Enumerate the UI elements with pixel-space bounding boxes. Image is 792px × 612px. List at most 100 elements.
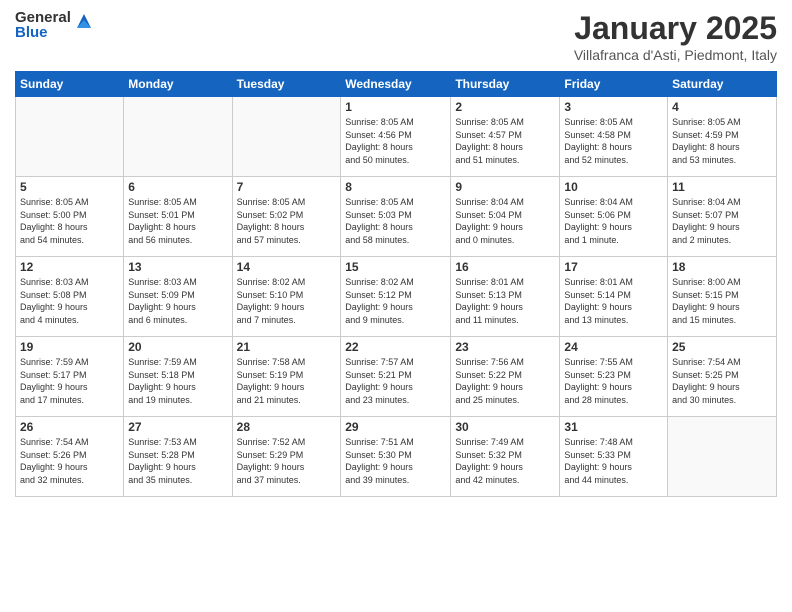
calendar-cell: 12Sunrise: 8:03 AM Sunset: 5:08 PM Dayli…: [16, 257, 124, 337]
calendar-cell: [124, 97, 232, 177]
calendar-cell: 17 Sunrise: 8:01 AM Sunset: 5:14 PM Dayli…: [560, 257, 668, 337]
day-number: 31: [564, 420, 663, 434]
day-number: 11: [672, 180, 772, 194]
calendar-cell: 4Sunrise: 8:05 AM Sunset: 4:59 PM Daylig…: [668, 97, 777, 177]
calendar-cell: [232, 97, 341, 177]
day-info: Sunrise: 8:05 AM Sunset: 4:56 PM Dayligh…: [345, 116, 446, 166]
weekday-header-monday: Monday: [124, 72, 232, 97]
day-number: 22: [345, 340, 446, 354]
day-info: Sunrise: 8:03 AM Sunset: 5:08 PM Dayligh…: [20, 276, 119, 326]
day-info: Sunrise: 7:55 AM Sunset: 5:23 PM Dayligh…: [564, 356, 663, 406]
day-number: 8: [345, 180, 446, 194]
weekday-header-thursday: Thursday: [451, 72, 560, 97]
day-number: 7: [237, 180, 337, 194]
day-number: 6: [128, 180, 227, 194]
day-info: Sunrise: 7:51 AM Sunset: 5:30 PM Dayligh…: [345, 436, 446, 486]
day-info: Sunrise: 8:02 AM Sunset: 5:12 PM Dayligh…: [345, 276, 446, 326]
weekday-header-row: SundayMondayTuesdayWednesdayThursdayFrid…: [16, 72, 777, 97]
calendar-cell: 30Sunrise: 7:49 AM Sunset: 5:32 PM Dayli…: [451, 417, 560, 497]
weekday-header-wednesday: Wednesday: [341, 72, 451, 97]
calendar-week-row: 12Sunrise: 8:03 AM Sunset: 5:08 PM Dayli…: [16, 257, 777, 337]
day-number: 14: [237, 260, 337, 274]
weekday-header-saturday: Saturday: [668, 72, 777, 97]
title-block: January 2025 Villafranca d'Asti, Piedmon…: [574, 10, 777, 63]
day-info: Sunrise: 8:00 AM Sunset: 5:15 PM Dayligh…: [672, 276, 772, 326]
logo-blue: Blue: [15, 25, 71, 40]
day-number: 29: [345, 420, 446, 434]
calendar-cell: 3Sunrise: 8:05 AM Sunset: 4:58 PM Daylig…: [560, 97, 668, 177]
day-number: 28: [237, 420, 337, 434]
calendar-cell: 25Sunrise: 7:54 AM Sunset: 5:25 PM Dayli…: [668, 337, 777, 417]
calendar-cell: 7 Sunrise: 8:05 AM Sunset: 5:02 PM Daylig…: [232, 177, 341, 257]
day-number: 5: [20, 180, 119, 194]
day-info: Sunrise: 8:01 AM Sunset: 5:14 PM Dayligh…: [564, 276, 663, 326]
weekday-header-friday: Friday: [560, 72, 668, 97]
calendar-cell: [668, 417, 777, 497]
page: General Blue January 2025 Villafranca d'…: [0, 0, 792, 612]
header: General Blue January 2025 Villafranca d'…: [15, 10, 777, 63]
day-number: 19: [20, 340, 119, 354]
calendar-cell: 21 Sunrise: 7:58 AM Sunset: 5:19 PM Dayli…: [232, 337, 341, 417]
calendar-cell: 15Sunrise: 8:02 AM Sunset: 5:12 PM Dayli…: [341, 257, 451, 337]
calendar-cell: 28 Sunrise: 7:52 AM Sunset: 5:29 PM Dayli…: [232, 417, 341, 497]
calendar-cell: 29 Sunrise: 7:51 AM Sunset: 5:30 PM Dayli…: [341, 417, 451, 497]
calendar-cell: 5 Sunrise: 8:05 AM Sunset: 5:00 PM Daylig…: [16, 177, 124, 257]
weekday-header-sunday: Sunday: [16, 72, 124, 97]
calendar-cell: 14 Sunrise: 8:02 AM Sunset: 5:10 PM Dayli…: [232, 257, 341, 337]
weekday-header-tuesday: Tuesday: [232, 72, 341, 97]
calendar-cell: 18Sunrise: 8:00 AM Sunset: 5:15 PM Dayli…: [668, 257, 777, 337]
calendar-cell: 2 Sunrise: 8:05 AM Sunset: 4:57 PM Daylig…: [451, 97, 560, 177]
day-info: Sunrise: 8:05 AM Sunset: 5:00 PM Dayligh…: [20, 196, 119, 246]
calendar-cell: 10Sunrise: 8:04 AM Sunset: 5:06 PM Dayli…: [560, 177, 668, 257]
day-info: Sunrise: 8:04 AM Sunset: 5:06 PM Dayligh…: [564, 196, 663, 246]
day-number: 1: [345, 100, 446, 114]
day-number: 2: [455, 100, 555, 114]
calendar-week-row: 26Sunrise: 7:54 AM Sunset: 5:26 PM Dayli…: [16, 417, 777, 497]
location-subtitle: Villafranca d'Asti, Piedmont, Italy: [574, 47, 777, 63]
calendar-cell: 6 Sunrise: 8:05 AM Sunset: 5:01 PM Daylig…: [124, 177, 232, 257]
day-number: 26: [20, 420, 119, 434]
day-info: Sunrise: 7:57 AM Sunset: 5:21 PM Dayligh…: [345, 356, 446, 406]
day-number: 17: [564, 260, 663, 274]
day-info: Sunrise: 8:05 AM Sunset: 4:57 PM Dayligh…: [455, 116, 555, 166]
day-info: Sunrise: 8:05 AM Sunset: 4:58 PM Dayligh…: [564, 116, 663, 166]
calendar-cell: [16, 97, 124, 177]
calendar-week-row: 1 Sunrise: 8:05 AM Sunset: 4:56 PM Daylig…: [16, 97, 777, 177]
day-info: Sunrise: 8:05 AM Sunset: 5:02 PM Dayligh…: [237, 196, 337, 246]
calendar-cell: 11Sunrise: 8:04 AM Sunset: 5:07 PM Dayli…: [668, 177, 777, 257]
day-info: Sunrise: 7:49 AM Sunset: 5:32 PM Dayligh…: [455, 436, 555, 486]
calendar-cell: 8 Sunrise: 8:05 AM Sunset: 5:03 PM Daylig…: [341, 177, 451, 257]
day-info: Sunrise: 8:01 AM Sunset: 5:13 PM Dayligh…: [455, 276, 555, 326]
logo-icon: [73, 10, 95, 32]
day-number: 21: [237, 340, 337, 354]
day-info: Sunrise: 7:48 AM Sunset: 5:33 PM Dayligh…: [564, 436, 663, 486]
day-number: 24: [564, 340, 663, 354]
calendar-table: SundayMondayTuesdayWednesdayThursdayFrid…: [15, 71, 777, 497]
day-info: Sunrise: 7:58 AM Sunset: 5:19 PM Dayligh…: [237, 356, 337, 406]
logo-general: General: [15, 10, 71, 25]
day-info: Sunrise: 7:52 AM Sunset: 5:29 PM Dayligh…: [237, 436, 337, 486]
day-number: 4: [672, 100, 772, 114]
calendar-cell: 13Sunrise: 8:03 AM Sunset: 5:09 PM Dayli…: [124, 257, 232, 337]
calendar-cell: 19Sunrise: 7:59 AM Sunset: 5:17 PM Dayli…: [16, 337, 124, 417]
day-info: Sunrise: 8:05 AM Sunset: 5:01 PM Dayligh…: [128, 196, 227, 246]
day-info: Sunrise: 7:53 AM Sunset: 5:28 PM Dayligh…: [128, 436, 227, 486]
day-info: Sunrise: 8:03 AM Sunset: 5:09 PM Dayligh…: [128, 276, 227, 326]
day-info: Sunrise: 7:59 AM Sunset: 5:18 PM Dayligh…: [128, 356, 227, 406]
day-info: Sunrise: 7:56 AM Sunset: 5:22 PM Dayligh…: [455, 356, 555, 406]
calendar-cell: 16 Sunrise: 8:01 AM Sunset: 5:13 PM Dayli…: [451, 257, 560, 337]
calendar-cell: 23Sunrise: 7:56 AM Sunset: 5:22 PM Dayli…: [451, 337, 560, 417]
calendar-cell: 20 Sunrise: 7:59 AM Sunset: 5:18 PM Dayli…: [124, 337, 232, 417]
day-number: 16: [455, 260, 555, 274]
calendar-cell: 27Sunrise: 7:53 AM Sunset: 5:28 PM Dayli…: [124, 417, 232, 497]
calendar-week-row: 19Sunrise: 7:59 AM Sunset: 5:17 PM Dayli…: [16, 337, 777, 417]
day-info: Sunrise: 8:05 AM Sunset: 5:03 PM Dayligh…: [345, 196, 446, 246]
calendar-cell: 26Sunrise: 7:54 AM Sunset: 5:26 PM Dayli…: [16, 417, 124, 497]
logo: General Blue: [15, 10, 95, 40]
calendar-cell: 9Sunrise: 8:04 AM Sunset: 5:04 PM Daylig…: [451, 177, 560, 257]
calendar-cell: 31 Sunrise: 7:48 AM Sunset: 5:33 PM Dayli…: [560, 417, 668, 497]
day-info: Sunrise: 8:02 AM Sunset: 5:10 PM Dayligh…: [237, 276, 337, 326]
month-year-title: January 2025: [574, 10, 777, 47]
calendar-cell: 1 Sunrise: 8:05 AM Sunset: 4:56 PM Daylig…: [341, 97, 451, 177]
day-number: 20: [128, 340, 227, 354]
